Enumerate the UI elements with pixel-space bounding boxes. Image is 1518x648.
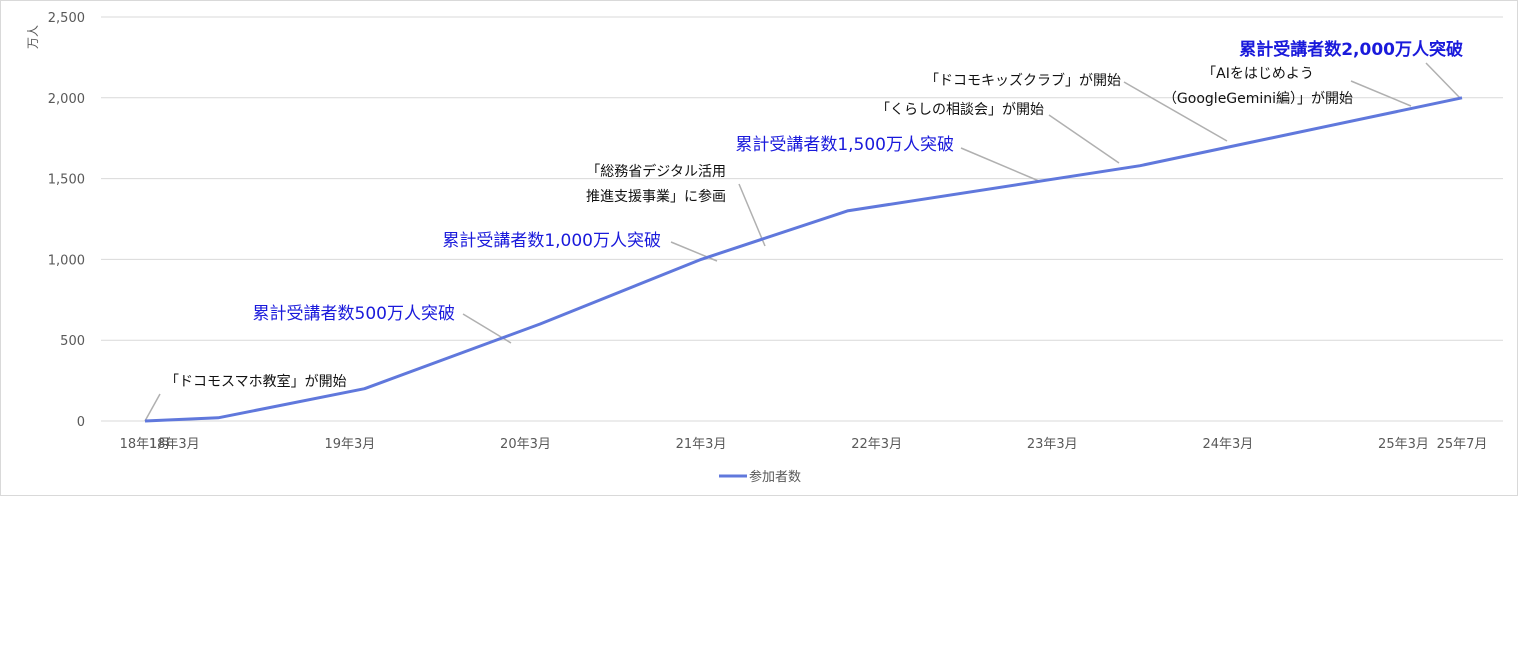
x-axis-tick-labels: 18年1月18年3月 19年3月 20年3月 21年3月 22年3月 23年3月 24年3月…: [120, 437, 1488, 452]
annotation-leader: [1048, 114, 1120, 164]
x-tick-label: 22年3月: [851, 437, 902, 452]
annotation-label: （GoogleGemini編）」が開始: [1163, 91, 1353, 107]
annotation-label: 推進支援事業」に参画: [586, 188, 726, 205]
y-tick-label: 1,000: [48, 253, 85, 268]
annotation-label: 累計受講者数1,500万人突破: [735, 135, 954, 155]
annotation-leader: [1425, 62, 1461, 99]
annotation-label: 「くらしの相談会」が開始: [876, 102, 1044, 118]
annotations: 「ドコモスマホ教室」が開始 累計受講者数500万人突破 累計受講者数1,000万人突…: [165, 39, 1463, 390]
x-tick-label: 21年3月: [676, 437, 727, 452]
annotation-label: 「総務省デジタル活用: [586, 163, 726, 180]
y-tick-label: 1,500: [48, 173, 85, 188]
annotation-leader-lines: [144, 62, 1461, 422]
annotation-label: 「AIをはじめよう: [1202, 66, 1314, 82]
x-tick-label: 19年3月: [324, 437, 375, 452]
x-tick-label: 18年3月: [149, 437, 200, 452]
y-axis-tick-labels: 0 500 1,000 1,500 2,000 2,500: [48, 11, 85, 430]
annotation-label: 累計受講者数500万人突破: [253, 304, 455, 324]
chart-frame: 0 500 1,000 1,500 2,000 2,500 万人 18年1月 18年3月 19…: [0, 0, 1518, 496]
legend: 参加者数: [719, 469, 801, 485]
y-tick-label: 500: [60, 334, 85, 349]
annotation-leader: [144, 393, 161, 422]
annotation-leader: [1350, 80, 1412, 107]
annotation-leader: [670, 241, 718, 262]
annotation-leader: [960, 147, 1040, 182]
x-tick-label: 23年3月: [1027, 437, 1078, 452]
y-tick-label: 0: [77, 415, 85, 430]
annotation-label: 累計受講者数1,000万人突破: [442, 231, 661, 251]
annotation-label: 累計受講者数2,000万人突破: [1239, 39, 1463, 60]
x-tick-label: 25年7月: [1437, 437, 1488, 452]
x-tick-label: 24年3月: [1202, 437, 1253, 452]
y-tick-label: 2,000: [48, 92, 85, 107]
legend-label: 参加者数: [749, 469, 801, 485]
annotation-label: 「ドコモスマホ教室」が開始: [165, 373, 347, 390]
x-tick-label: 20年3月: [500, 437, 551, 452]
x-tick-label: 25年3月: [1378, 437, 1429, 452]
y-axis-unit-label: 万人: [26, 25, 40, 49]
annotation-label: 「ドコモキッズクラブ」が開始: [925, 72, 1121, 89]
y-tick-label: 2,500: [48, 11, 85, 26]
annotation-leader: [738, 183, 766, 247]
line-chart: 05001,0001,5002,0002,500 万人 18年1月18年3月 19…: [26, 11, 1503, 485]
